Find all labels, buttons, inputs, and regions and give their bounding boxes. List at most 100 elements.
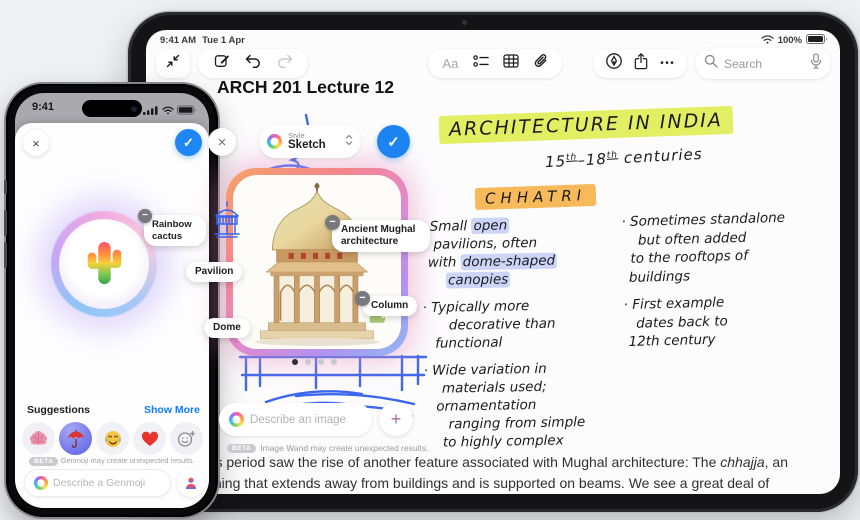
ipad-date: Tue 1 Apr bbox=[202, 35, 245, 46]
new-genmoji-button[interactable] bbox=[170, 422, 203, 455]
remove-tag-button[interactable]: − bbox=[325, 215, 340, 230]
beta-badge: BETA bbox=[29, 457, 59, 466]
handwritten-subheading: 15th–18th centuries bbox=[544, 144, 704, 172]
style-value: Sketch bbox=[288, 139, 326, 151]
close-icon: × bbox=[32, 135, 40, 151]
image-wand-accept-button[interactable]: ✓ bbox=[377, 125, 410, 158]
ipad-status-bar: 9:41 AM Tue 1 Apr bbox=[160, 35, 251, 46]
suggestion-umbrella-genmoji[interactable] bbox=[59, 422, 92, 455]
edit-toolbar-group bbox=[198, 49, 308, 78]
table-button[interactable] bbox=[503, 54, 519, 73]
image-wand-close-button[interactable]: × bbox=[208, 128, 236, 156]
style-selector[interactable]: Style Sketch bbox=[259, 125, 361, 158]
apple-intelligence-icon bbox=[34, 476, 48, 490]
bullet-item: · First example dates back to 12th centu… bbox=[623, 294, 728, 350]
format-toolbar-group: Aa bbox=[428, 49, 562, 78]
camera-lens bbox=[131, 105, 137, 112]
genmoji-beta-note: BETA Genmoji may create unexpected resul… bbox=[15, 456, 209, 466]
stage: 9:41 AM Tue 1 Apr 100% Aa ••• Search ARC… bbox=[0, 0, 860, 520]
bullet-item: · Wide variation in materials used; orna… bbox=[423, 360, 586, 451]
tools-toolbar-group: ••• bbox=[593, 49, 687, 78]
ipad-time: 9:41 AM bbox=[160, 35, 197, 46]
iphone-screen: 9:41 × ✓ − Rainbow cactus Suggestions Sh… bbox=[15, 93, 209, 508]
handwritten-section-title: CHHATRI bbox=[474, 183, 597, 211]
image-wand-input[interactable]: Describe an image bbox=[219, 403, 372, 436]
generated-image bbox=[233, 175, 401, 349]
note-body-text: This period saw the rise of another feat… bbox=[196, 454, 788, 491]
minus-icon: − bbox=[329, 216, 336, 228]
markup-button[interactable] bbox=[605, 52, 623, 75]
action-button bbox=[4, 180, 7, 194]
sketch-pavilion-icon bbox=[214, 201, 240, 238]
suggestion-heart-emoji[interactable] bbox=[133, 422, 166, 455]
show-more-link[interactable]: Show More bbox=[144, 404, 200, 416]
iphone-time: 9:41 bbox=[32, 101, 55, 113]
apple-intelligence-icon bbox=[229, 412, 244, 427]
style-label: Style bbox=[288, 130, 305, 140]
more-button[interactable]: ••• bbox=[660, 58, 675, 69]
genmoji-close-button[interactable]: × bbox=[23, 130, 49, 156]
genmoji-accept-button[interactable]: ✓ bbox=[175, 129, 202, 156]
tag-column[interactable]: − Column bbox=[355, 291, 418, 316]
remove-prompt-button[interactable]: − bbox=[138, 209, 152, 223]
iphone-device: 9:41 × ✓ − Rainbow cactus Suggestions Sh… bbox=[4, 84, 218, 517]
minus-icon: − bbox=[359, 292, 366, 304]
mic-icon[interactable] bbox=[810, 53, 822, 74]
collapse-button[interactable] bbox=[156, 49, 190, 78]
bullet-item: · Typically more decorative than functio… bbox=[422, 298, 556, 352]
wifi-icon bbox=[161, 102, 174, 120]
chhatri-illustration bbox=[254, 183, 386, 346]
text-format-button[interactable]: Aa bbox=[442, 56, 458, 71]
ipad-camera bbox=[462, 20, 467, 25]
undo-button[interactable] bbox=[245, 54, 261, 73]
search-placeholder: Search bbox=[724, 56, 763, 71]
chevron-up-down-icon bbox=[345, 133, 353, 151]
generated-image-card[interactable] bbox=[226, 168, 408, 356]
dynamic-island bbox=[82, 100, 142, 117]
search-icon bbox=[704, 54, 718, 73]
tag-pavilion[interactable]: Pavilion bbox=[186, 262, 243, 282]
image-wand-placeholder: Describe an image bbox=[250, 413, 346, 426]
iphone-status-icons bbox=[143, 102, 197, 120]
checklist-button[interactable] bbox=[473, 54, 489, 73]
remove-tag-button[interactable]: − bbox=[355, 291, 370, 306]
check-icon: ✓ bbox=[387, 133, 400, 151]
redo-button[interactable] bbox=[277, 54, 293, 73]
compose-button[interactable] bbox=[214, 53, 230, 74]
bullet-item: · Sometimes standalone but often added t… bbox=[621, 209, 786, 286]
collapse-icon bbox=[166, 54, 180, 73]
search-field[interactable]: Search bbox=[695, 48, 831, 79]
suggestion-brain-emoji[interactable] bbox=[22, 422, 55, 455]
apple-intelligence-icon bbox=[267, 134, 282, 149]
tag-ancient-mughal[interactable]: − Ancient Mughal architecture bbox=[325, 215, 430, 252]
attachment-button[interactable] bbox=[534, 53, 548, 74]
add-image-button[interactable]: + bbox=[379, 402, 413, 436]
genmoji-preview bbox=[51, 211, 157, 317]
signal-icon bbox=[143, 102, 158, 120]
volume-down-button bbox=[4, 242, 7, 268]
tag-dome[interactable]: Dome bbox=[204, 318, 250, 338]
plus-icon: + bbox=[390, 408, 402, 429]
suggestions-label: Suggestions bbox=[27, 404, 91, 416]
beta-badge: BETA bbox=[227, 443, 257, 453]
glow-inner bbox=[59, 219, 149, 309]
suggestion-row bbox=[22, 422, 203, 455]
battery-icon bbox=[806, 34, 828, 47]
person-icon bbox=[185, 477, 197, 489]
genmoji-prompt-tag[interactable]: − Rainbow cactus bbox=[138, 209, 206, 246]
page-indicator[interactable] bbox=[292, 359, 337, 365]
image-wand-beta-note: BETA Image Wand may create unexpected re… bbox=[227, 443, 429, 453]
genmoji-placeholder: Describe a Genmoji bbox=[53, 477, 146, 489]
ipad-screen: 9:41 AM Tue 1 Apr 100% Aa ••• Search ARC… bbox=[146, 30, 840, 494]
close-icon: × bbox=[217, 133, 227, 151]
battery-percent: 100% bbox=[777, 35, 802, 46]
person-button[interactable] bbox=[177, 469, 205, 497]
volume-up-button bbox=[4, 210, 7, 236]
genmoji-input[interactable]: Describe a Genmoji bbox=[24, 469, 171, 497]
handwritten-heading: ARCHITECTURE IN INDIA bbox=[438, 105, 734, 145]
rainbow-cactus-emoji bbox=[87, 241, 122, 285]
battery-icon bbox=[177, 102, 197, 120]
note-title: ARCH 201 Lecture 12 bbox=[217, 77, 395, 97]
share-button[interactable] bbox=[634, 52, 648, 75]
suggestion-laughing-emoji[interactable] bbox=[96, 422, 129, 455]
